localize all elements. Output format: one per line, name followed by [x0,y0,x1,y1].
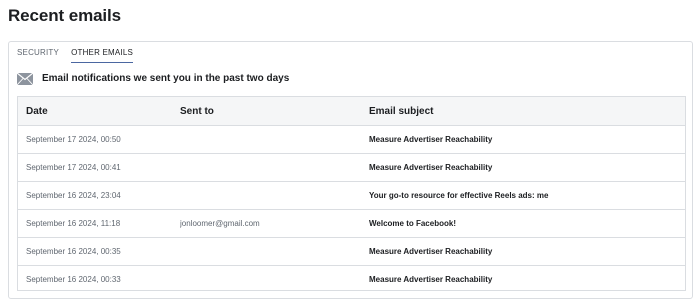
table-header-row: Date Sent to Email subject [18,97,685,126]
section-heading: Email notifications we sent you in the p… [16,72,290,86]
row-date: September 17 2024, 00:41 [18,153,180,182]
row-subject: Measure Advertiser Reachability [369,237,685,266]
row-sent-to [180,237,369,266]
column-header-email-subject: Email subject [369,97,685,126]
table-row: September 17 2024, 00:41 Measure Adverti… [18,153,685,182]
row-sent-to [180,181,369,210]
row-subject: Measure Advertiser Reachability [369,125,685,154]
row-date: September 16 2024, 11:18 [18,209,180,238]
table-row: September 16 2024, 00:35 Measure Adverti… [18,237,685,266]
emails-table: Date Sent to Email subject September 17 … [17,96,686,291]
row-date: September 16 2024, 00:35 [18,237,180,266]
row-sent-to [180,125,369,154]
emails-panel: SECURITY OTHER EMAILS Email notification… [8,41,693,299]
table-row: September 17 2024, 00:50 Measure Adverti… [18,125,685,154]
row-date: September 16 2024, 23:04 [18,181,180,210]
row-subject: Measure Advertiser Reachability [369,275,493,284]
row-date: September 16 2024, 00:33 [26,275,121,284]
row-sent-to: jonloomer@gmail.com [180,209,369,238]
row-subject: Your go-to resource for effective Reels … [369,181,685,210]
row-sent-to [180,266,369,294]
section-title: Email notifications we sent you in the p… [42,72,290,84]
row-date: September 17 2024, 00:50 [18,125,180,154]
column-header-sent-to: Sent to [180,97,369,126]
table-row: September 16 2024, 00:33 Measure Adverti… [18,266,685,294]
table-row: September 16 2024, 23:04 Your go-to reso… [18,181,685,210]
row-subject: Measure Advertiser Reachability [369,153,685,182]
tab-bar: SECURITY OTHER EMAILS [17,47,134,63]
page-title: Recent emails [8,6,122,25]
tab-other-emails[interactable]: OTHER EMAILS [71,47,134,63]
column-header-date: Date [18,97,180,126]
row-subject: Welcome to Facebook! [369,209,685,238]
row-sent-to [180,153,369,182]
envelope-icon [16,72,34,86]
table-row: September 16 2024, 11:18 jonloomer@gmail… [18,209,685,238]
tab-security[interactable]: SECURITY [17,47,59,63]
